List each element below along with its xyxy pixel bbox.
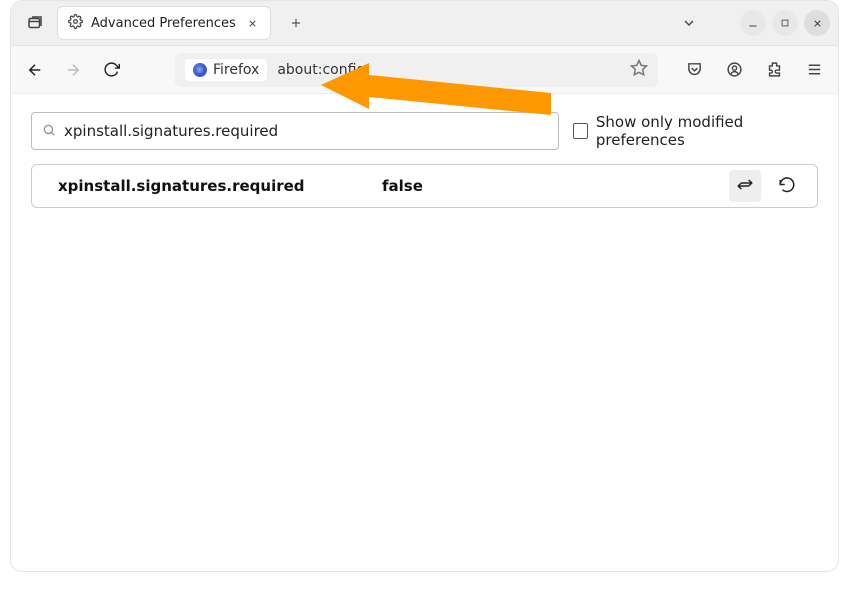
- forward-button: [59, 56, 87, 84]
- navigation-toolbar: Firefox about:config: [11, 46, 838, 94]
- tab-title: Advanced Preferences: [91, 16, 236, 31]
- search-input[interactable]: [64, 122, 548, 140]
- close-tab-icon[interactable]: [244, 14, 262, 32]
- search-icon: [42, 122, 56, 141]
- checkbox-label: Show only modified preferences: [596, 113, 818, 149]
- toolbar-right: [680, 56, 828, 84]
- search-row: Show only modified preferences: [31, 112, 818, 150]
- preference-row: xpinstall.signatures.required false: [31, 164, 818, 208]
- browser-tab[interactable]: Advanced Preferences: [57, 6, 271, 40]
- bookmark-star-icon[interactable]: [630, 59, 648, 81]
- toggle-button[interactable]: [729, 170, 761, 202]
- preference-name: xpinstall.signatures.required: [58, 177, 382, 195]
- search-box[interactable]: [31, 112, 559, 150]
- account-icon[interactable]: [720, 56, 748, 84]
- menu-icon[interactable]: [800, 56, 828, 84]
- maximize-window-button[interactable]: [772, 10, 798, 36]
- reload-button[interactable]: [97, 56, 125, 84]
- new-tab-button[interactable]: [281, 8, 311, 38]
- tab-overflow-button[interactable]: [674, 8, 704, 38]
- gear-icon: [68, 14, 83, 33]
- show-modified-checkbox[interactable]: Show only modified preferences: [573, 113, 818, 149]
- minimize-window-button[interactable]: [740, 10, 766, 36]
- titlebar-controls: [674, 8, 830, 38]
- close-window-button[interactable]: [804, 10, 830, 36]
- checkbox-icon[interactable]: [573, 123, 588, 139]
- preference-actions: [729, 170, 803, 202]
- about-config-content: Show only modified preferences xpinstall…: [11, 94, 838, 226]
- extensions-icon[interactable]: [760, 56, 788, 84]
- pocket-icon[interactable]: [680, 56, 708, 84]
- back-button[interactable]: [21, 56, 49, 84]
- browser-window: Advanced Preferences: [10, 0, 839, 572]
- recent-window-icon[interactable]: [21, 9, 49, 37]
- identity-box[interactable]: Firefox: [185, 59, 267, 81]
- preference-value: false: [382, 177, 423, 195]
- firefox-icon: [193, 63, 207, 77]
- url-text: about:config: [277, 62, 365, 78]
- url-bar[interactable]: Firefox about:config: [175, 53, 658, 87]
- identity-label: Firefox: [213, 62, 259, 78]
- reset-button[interactable]: [771, 170, 803, 202]
- titlebar: Advanced Preferences: [11, 1, 838, 46]
